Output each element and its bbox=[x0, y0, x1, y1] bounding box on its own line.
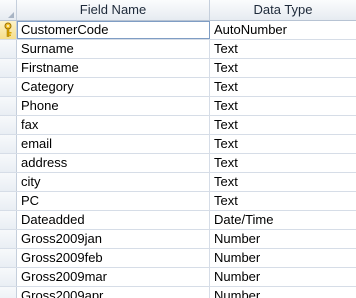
row-selector[interactable] bbox=[0, 97, 17, 115]
row-selector[interactable] bbox=[0, 78, 17, 96]
data-type-cell[interactable]: Text bbox=[210, 154, 356, 172]
data-type-cell[interactable]: Text bbox=[210, 40, 356, 58]
table-row[interactable]: CustomerCode AutoNumber bbox=[0, 21, 356, 40]
row-selector[interactable] bbox=[0, 230, 17, 248]
data-type-cell[interactable]: Number bbox=[210, 249, 356, 267]
field-name-cell[interactable]: Surname bbox=[17, 40, 210, 58]
data-type-cell[interactable]: Text bbox=[210, 116, 356, 134]
row-selector[interactable] bbox=[0, 249, 17, 267]
data-type-cell[interactable]: Text bbox=[210, 97, 356, 115]
field-name-cell[interactable]: Category bbox=[17, 78, 210, 96]
data-type-cell[interactable]: Text bbox=[210, 173, 356, 191]
table-row[interactable]: email Text bbox=[0, 135, 356, 154]
data-type-cell[interactable]: Number bbox=[210, 287, 356, 298]
table-row[interactable]: fax Text bbox=[0, 116, 356, 135]
data-type-cell[interactable]: Text bbox=[210, 135, 356, 153]
table-row[interactable]: Dateadded Date/Time bbox=[0, 211, 356, 230]
field-name-cell[interactable]: Dateadded bbox=[17, 211, 210, 229]
row-selector[interactable] bbox=[0, 116, 17, 134]
row-selector[interactable] bbox=[0, 154, 17, 172]
data-type-cell[interactable]: Number bbox=[210, 268, 356, 286]
field-name-cell[interactable]: CustomerCode bbox=[17, 21, 210, 39]
field-name-cell[interactable]: PC bbox=[17, 192, 210, 210]
table-row[interactable]: Gross2009feb Number bbox=[0, 249, 356, 268]
data-type-cell[interactable]: Text bbox=[210, 78, 356, 96]
field-name-cell[interactable]: Phone bbox=[17, 97, 210, 115]
row-selector[interactable] bbox=[0, 21, 17, 39]
table-row[interactable]: Category Text bbox=[0, 78, 356, 97]
key-icon bbox=[4, 22, 12, 37]
table-row[interactable]: Phone Text bbox=[0, 97, 356, 116]
table-row[interactable]: Surname Text bbox=[0, 40, 356, 59]
table-row[interactable]: Gross2009jan Number bbox=[0, 230, 356, 249]
field-name-cell[interactable]: Gross2009mar bbox=[17, 268, 210, 286]
row-selector[interactable] bbox=[0, 59, 17, 77]
field-name-cell[interactable]: Gross2009apr bbox=[17, 287, 210, 298]
corner-triangle-icon bbox=[8, 12, 14, 18]
field-name-cell[interactable]: email bbox=[17, 135, 210, 153]
row-selector[interactable] bbox=[0, 40, 17, 58]
table-row[interactable]: PC Text bbox=[0, 192, 356, 211]
field-name-cell[interactable]: Firstname bbox=[17, 59, 210, 77]
data-type-cell[interactable]: Date/Time bbox=[210, 211, 356, 229]
field-name-cell[interactable]: Gross2009jan bbox=[17, 230, 210, 248]
field-name-cell[interactable]: fax bbox=[17, 116, 210, 134]
data-type-cell[interactable]: Number bbox=[210, 230, 356, 248]
row-selector[interactable] bbox=[0, 287, 17, 298]
data-type-cell[interactable]: Text bbox=[210, 192, 356, 210]
table-row[interactable]: city Text bbox=[0, 173, 356, 192]
data-type-cell[interactable]: AutoNumber bbox=[210, 21, 356, 39]
data-type-cell[interactable]: Text bbox=[210, 59, 356, 77]
table-design-grid: Field Name Data Type CustomerCode AutoNu… bbox=[0, 0, 356, 298]
table-row[interactable]: Gross2009mar Number bbox=[0, 268, 356, 287]
field-name-cell[interactable]: address bbox=[17, 154, 210, 172]
row-selector[interactable] bbox=[0, 135, 17, 153]
row-selector[interactable] bbox=[0, 268, 17, 286]
row-selector[interactable] bbox=[0, 173, 17, 191]
table-row[interactable]: address Text bbox=[0, 154, 356, 173]
select-all-corner[interactable] bbox=[0, 0, 17, 20]
data-type-column-header[interactable]: Data Type bbox=[210, 0, 356, 20]
field-name-cell[interactable]: city bbox=[17, 173, 210, 191]
row-selector[interactable] bbox=[0, 211, 17, 229]
row-selector[interactable] bbox=[0, 192, 17, 210]
field-name-cell[interactable]: Gross2009feb bbox=[17, 249, 210, 267]
field-name-column-header[interactable]: Field Name bbox=[17, 0, 210, 20]
column-header-row: Field Name Data Type bbox=[0, 0, 356, 21]
table-row[interactable]: Firstname Text bbox=[0, 59, 356, 78]
table-row[interactable]: Gross2009apr Number bbox=[0, 287, 356, 298]
field-rows: CustomerCode AutoNumber Surname Text Fir… bbox=[0, 21, 356, 298]
